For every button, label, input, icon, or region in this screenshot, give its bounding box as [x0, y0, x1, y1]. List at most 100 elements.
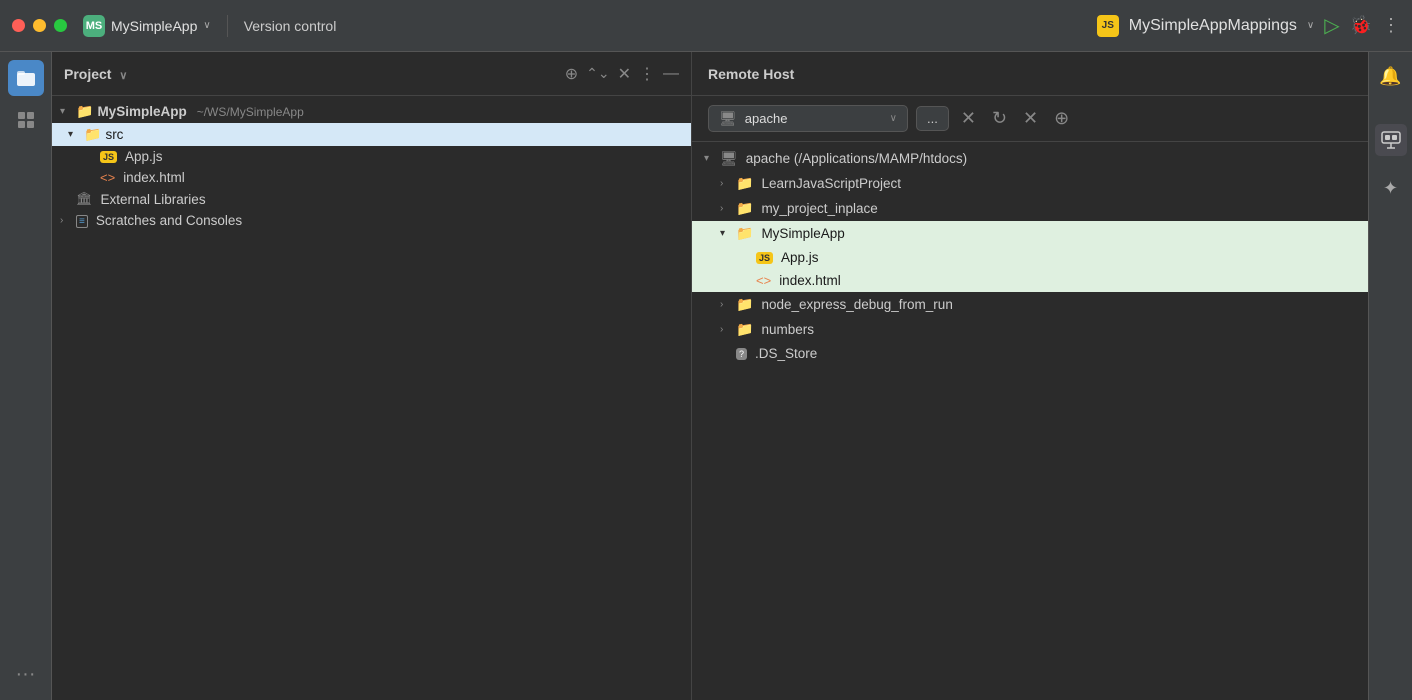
- version-control-label: Version control: [244, 18, 337, 34]
- tree-item-scratches[interactable]: › ≡ Scratches and Consoles: [52, 210, 691, 231]
- server-folder-icon: 🖥: [720, 150, 738, 167]
- numbers-chevron: ›: [720, 324, 732, 335]
- remote-nodeexpress[interactable]: › 📁 node_express_debug_from_run: [692, 292, 1368, 317]
- more-actions-button[interactable]: ⋮: [1382, 15, 1400, 36]
- remote-appjs[interactable]: JS App.js: [692, 246, 1368, 269]
- html-file-icon: <>: [100, 170, 115, 185]
- tree-item-appjs[interactable]: JS App.js: [52, 146, 691, 167]
- folder-icon: [16, 68, 36, 88]
- numbers-name: numbers: [761, 322, 814, 337]
- close-button[interactable]: [12, 19, 25, 32]
- project-panel-title: Project ∨: [64, 66, 557, 82]
- notifications-button[interactable]: 🔔: [1375, 60, 1407, 92]
- title-right-section: JS MySimpleAppMappings ∨ ▷ 🐞 ⋮: [1097, 13, 1400, 38]
- more-tools-button[interactable]: ···: [8, 656, 44, 692]
- ai-assistant-button[interactable]: ✦: [1375, 172, 1407, 204]
- remote-file-tree: ▾ 🖥 apache (/Applications/MAMP/htdocs) ›…: [692, 142, 1368, 700]
- mysimpleapp-name: MySimpleApp: [761, 226, 844, 241]
- remote-dsstore[interactable]: ? .DS_Store: [692, 342, 1368, 365]
- host-selector-chevron: ∨: [890, 113, 897, 124]
- minimize-button[interactable]: [33, 19, 46, 32]
- remote-panel: Remote Host 🖥 apache ∨ ... ✕ ↻ ✕ ⊕ ▾ 🖥 a…: [692, 52, 1368, 700]
- ext-libs-name: External Libraries: [101, 192, 206, 207]
- apache-root-name: apache (/Applications/MAMP/htdocs): [746, 151, 967, 166]
- browse-button[interactable]: ...: [916, 106, 949, 131]
- project-panel-icons: ⊕ ⌃⌄ ✕ ⋮ —: [565, 64, 679, 84]
- learnjs-chevron: ›: [720, 178, 732, 189]
- project-header: Project ∨ ⊕ ⌃⌄ ✕ ⋮ —: [52, 52, 691, 96]
- new-folder-icon[interactable]: ⊕: [1050, 104, 1073, 133]
- remote-host-selector[interactable]: 🖥 apache ∨: [708, 105, 908, 132]
- root-folder-icon: 📁: [76, 103, 93, 120]
- title-bar: MS MySimpleApp ∨ Version control JS MySi…: [0, 0, 1412, 52]
- file-tree: ▾ 📁 MySimpleApp ~/WS/MySimpleApp ▾ 📁 src…: [52, 96, 691, 700]
- dsstore-name: .DS_Store: [755, 346, 817, 361]
- nodeexpress-chevron: ›: [720, 299, 732, 310]
- indexhtml-name: index.html: [123, 170, 185, 185]
- nodeexpress-name: node_express_debug_from_run: [761, 297, 952, 312]
- tree-item-extlibs[interactable]: 🏛 External Libraries: [52, 188, 691, 210]
- add-icon[interactable]: ⊕: [565, 64, 578, 84]
- dsstore-icon: ?: [736, 348, 747, 360]
- collapse-icon[interactable]: ⌃⌄: [586, 65, 609, 82]
- remote-learnjs[interactable]: › 📁 LearnJavaScriptProject: [692, 171, 1368, 196]
- myproject-chevron: ›: [720, 203, 732, 214]
- root-chevron: ▾: [60, 106, 72, 117]
- main-content: ··· Project ∨ ⊕ ⌃⌄ ✕ ⋮ — ▾ 📁 MySimpleApp…: [0, 52, 1412, 700]
- tree-item-root[interactable]: ▾ 📁 MySimpleApp ~/WS/MySimpleApp: [52, 100, 691, 123]
- apache-chevron: ▾: [704, 153, 716, 164]
- close-panel-icon[interactable]: ✕: [618, 64, 631, 84]
- remote-appjs-name: App.js: [781, 250, 819, 265]
- myproject-icon: 📁: [736, 200, 753, 217]
- fullscreen-button[interactable]: [54, 19, 67, 32]
- remote-html-icon: <>: [756, 273, 771, 288]
- learnjs-icon: 📁: [736, 175, 753, 192]
- mappings-name[interactable]: MySimpleAppMappings: [1129, 17, 1297, 35]
- title-separator: [227, 15, 228, 37]
- refresh-icon[interactable]: ↻: [988, 104, 1011, 133]
- app-name-chevron[interactable]: ∨: [203, 20, 210, 31]
- server-icon: 🖥: [719, 110, 737, 127]
- project-panel: Project ∨ ⊕ ⌃⌄ ✕ ⋮ — ▾ 📁 MySimpleApp ~/W…: [52, 52, 692, 700]
- tree-item-src[interactable]: ▾ 📁 src: [52, 123, 691, 146]
- remote-panel-title: Remote Host: [708, 66, 1352, 82]
- myproject-name: my_project_inplace: [761, 201, 877, 216]
- debug-button[interactable]: 🐞: [1350, 15, 1372, 36]
- traffic-lights: [12, 19, 67, 32]
- remote-indexhtml[interactable]: <> index.html: [692, 269, 1368, 292]
- appjs-name: App.js: [125, 149, 163, 164]
- project-title-chevron[interactable]: ∨: [119, 70, 127, 82]
- root-folder-name: MySimpleApp: [97, 104, 186, 119]
- remote-myproject[interactable]: › 📁 my_project_inplace: [692, 196, 1368, 221]
- src-folder-name: src: [105, 127, 123, 142]
- structure-view-button[interactable]: [8, 102, 44, 138]
- scratches-name: Scratches and Consoles: [96, 213, 242, 228]
- tree-item-indexhtml[interactable]: <> index.html: [52, 167, 691, 188]
- disconnect-icon[interactable]: ✕: [957, 104, 980, 133]
- right-icon-bar: 🔔 ✦: [1368, 52, 1412, 700]
- learnjs-name: LearnJavaScriptProject: [761, 176, 901, 191]
- scratches-chevron: ›: [60, 215, 72, 226]
- remote-header: Remote Host: [692, 52, 1368, 96]
- remote-mysimpleapp[interactable]: ▾ 📁 MySimpleApp: [692, 221, 1368, 246]
- remote-numbers[interactable]: › 📁 numbers: [692, 317, 1368, 342]
- run-button[interactable]: ▷: [1324, 13, 1339, 38]
- app-name[interactable]: MySimpleApp: [111, 18, 197, 34]
- remote-host-label: apache: [745, 111, 882, 126]
- remote-root-apache[interactable]: ▾ 🖥 apache (/Applications/MAMP/htdocs): [692, 146, 1368, 171]
- mysimpleapp-folder-icon: 📁: [736, 225, 753, 242]
- remove-icon[interactable]: ✕: [1019, 104, 1042, 133]
- app-icon-ms: MS: [83, 15, 105, 37]
- minimize-panel-icon[interactable]: —: [663, 65, 679, 83]
- src-chevron: ▾: [68, 129, 80, 140]
- mappings-chevron[interactable]: ∨: [1307, 20, 1314, 31]
- app-title-section: MS MySimpleApp ∨: [83, 15, 211, 37]
- js-file-icon: JS: [100, 151, 117, 163]
- structure-icon: [16, 110, 36, 130]
- remote-host-button[interactable]: [1375, 124, 1407, 156]
- src-folder-icon: 📁: [84, 126, 101, 143]
- gear-icon[interactable]: ⋮: [639, 64, 655, 84]
- project-view-button[interactable]: [8, 60, 44, 96]
- left-icon-bar: ···: [0, 52, 52, 700]
- remote-toolbar: 🖥 apache ∨ ... ✕ ↻ ✕ ⊕: [692, 96, 1368, 142]
